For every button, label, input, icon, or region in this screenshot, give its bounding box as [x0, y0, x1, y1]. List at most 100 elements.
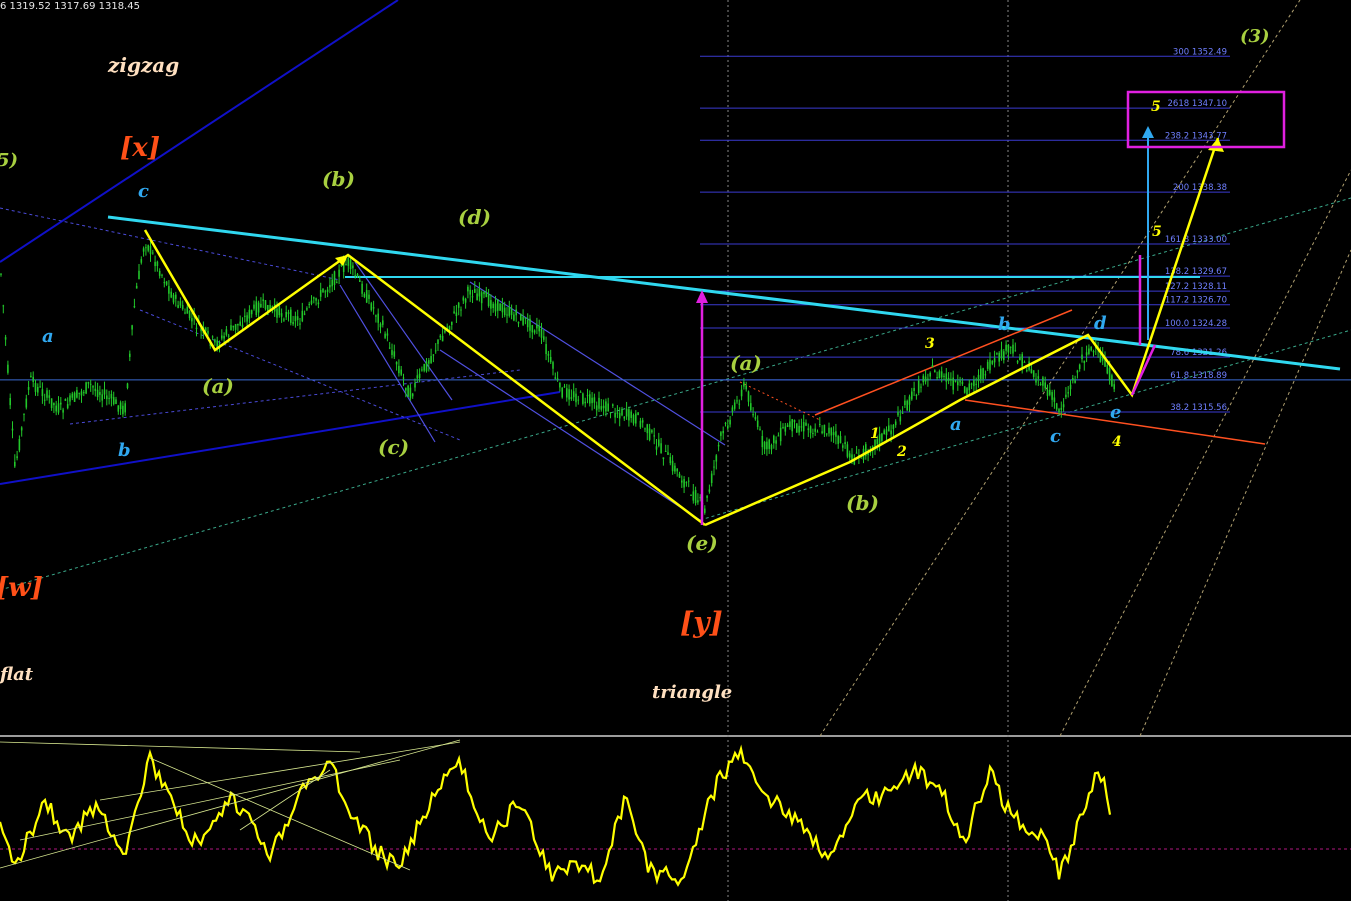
candle-body [379, 323, 382, 328]
candle-body [20, 427, 23, 431]
candle-body [1078, 364, 1081, 369]
candle-body [800, 426, 803, 428]
candle-body [441, 335, 444, 342]
candle-body [294, 316, 297, 322]
candle-body [138, 270, 140, 280]
candle-body [278, 305, 281, 316]
candle-body [299, 323, 301, 325]
candle-body [329, 284, 331, 288]
label-d-blue: d [1094, 313, 1107, 334]
candle-body [50, 398, 53, 408]
fib-label: 2618 1347.10 [1168, 99, 1227, 109]
candle-body [957, 381, 959, 386]
candle-body [637, 412, 639, 416]
label-w: [w] [0, 573, 43, 603]
candle-body [947, 377, 950, 381]
candle-body [651, 430, 653, 433]
candle-body [501, 303, 504, 313]
candle-body [517, 321, 520, 324]
candle-body [480, 292, 483, 304]
label-b-blue-1: b [118, 440, 131, 461]
candle-body [7, 364, 9, 373]
label-num-2: 2 [896, 444, 907, 460]
candle-body [1003, 351, 1005, 361]
candle-body [934, 370, 936, 373]
candle-body [708, 489, 711, 492]
candle-body [1092, 351, 1095, 353]
label-b-paren-2: (b) [846, 491, 879, 515]
candle-body [630, 411, 632, 419]
candle-body [533, 330, 536, 333]
candle-body [168, 286, 170, 294]
candle-body [754, 417, 757, 420]
candle-body [706, 495, 708, 498]
candle-body [1044, 382, 1046, 389]
candle-body [759, 428, 761, 430]
label-zigzag: zigzag [107, 53, 179, 77]
candle-body [807, 428, 810, 431]
candle-body [393, 351, 396, 357]
candle-body [570, 397, 573, 399]
candle-body [605, 401, 607, 412]
candle-body [844, 442, 846, 444]
candle-body [262, 299, 264, 302]
candle-body [568, 389, 570, 400]
candle-body [671, 460, 674, 472]
candle-body [821, 431, 823, 434]
candle-body [223, 335, 225, 339]
candle-body [1074, 380, 1076, 383]
candle-body [1035, 378, 1037, 383]
candle-body [694, 490, 697, 504]
candle-body [894, 421, 897, 426]
candle-body [738, 403, 741, 405]
candle-body [563, 386, 566, 388]
candle-body [319, 290, 322, 297]
candle-body [237, 323, 239, 326]
candle-body [384, 333, 386, 338]
candle-body [616, 412, 619, 414]
candle-body [952, 377, 954, 390]
candle-body [579, 391, 582, 393]
candle-body [784, 426, 787, 432]
candle-body [733, 402, 736, 409]
candle-body [108, 397, 110, 399]
candle-body [731, 407, 734, 412]
candle-body [147, 245, 149, 251]
candle-body [418, 373, 421, 379]
candle-body [191, 318, 193, 322]
candle-body [285, 311, 287, 318]
candle-body [347, 257, 350, 266]
candle-body [83, 392, 85, 394]
candle-body [172, 294, 175, 303]
candle-body [929, 372, 931, 377]
candle-body [740, 389, 743, 397]
candle-body [34, 383, 37, 392]
candle-body [455, 312, 458, 316]
candle-body [407, 385, 409, 397]
candle-body [881, 433, 883, 441]
candle-body [492, 303, 494, 309]
candle-body [646, 424, 649, 434]
candle-body [991, 360, 994, 364]
candle-body [924, 376, 927, 382]
candle-body [773, 435, 775, 444]
candle-body [628, 409, 630, 421]
candle-body [333, 271, 336, 286]
candle-body [437, 339, 439, 344]
candle-body [545, 344, 547, 355]
candle-body [816, 431, 819, 433]
candle-body [984, 374, 987, 376]
candle-body [110, 394, 113, 399]
candle-body [375, 315, 377, 317]
label-num-1: 1 [870, 426, 880, 442]
candle-body [890, 430, 892, 435]
candle-body [1081, 354, 1083, 360]
candle-body [313, 297, 315, 299]
candle-body [966, 388, 968, 395]
candle-body [931, 364, 934, 368]
candle-body [644, 428, 646, 430]
candle-body [1046, 390, 1049, 396]
candle-body [1085, 352, 1088, 356]
candle-body [181, 305, 184, 309]
candle-body [756, 420, 759, 427]
